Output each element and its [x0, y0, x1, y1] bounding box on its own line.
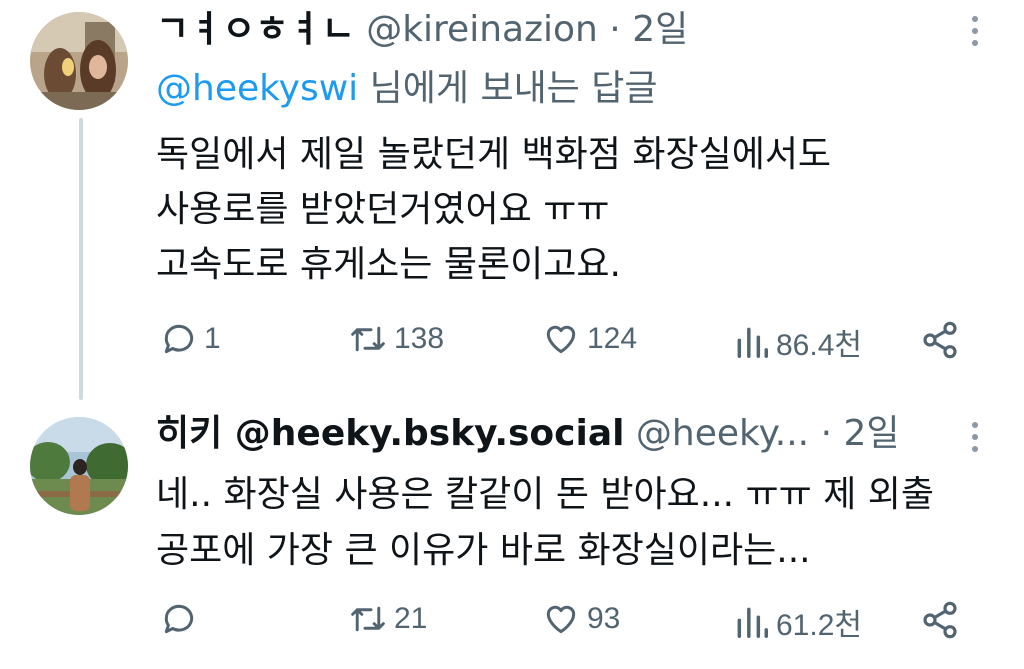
heart-icon: [546, 605, 576, 634]
tweet-text-line: 고속도로 휴게소는 물론이고요.: [156, 244, 621, 285]
tweet-2[interactable]: 히키 @heeky.bsky.social @heeky... · 2일 네..…: [0, 400, 1024, 669]
reply-bubble-icon: [164, 324, 194, 354]
tweet-header: ㄱㅕㅇㅎㅕㄴ @kireinazion · 2일: [156, 8, 688, 52]
like-button[interactable]: 124: [541, 320, 637, 358]
separator-dot: ·: [609, 9, 621, 50]
reply-bubble-icon: [164, 604, 194, 634]
view-count: 61.2천: [776, 609, 862, 642]
share-icon: [923, 601, 957, 639]
like-count: 124: [587, 322, 638, 355]
heart-icon: [546, 325, 576, 354]
display-name[interactable]: 히키 @heeky.bsky.social: [156, 413, 624, 454]
tweet-text-line: 공포에 가장 큰 이유가 바로 화장실이라는...: [156, 530, 811, 571]
more-vertical-icon[interactable]: [972, 422, 980, 458]
share-icon: [923, 321, 957, 359]
separator-dot: ·: [820, 413, 833, 454]
more-vertical-icon[interactable]: [972, 16, 980, 52]
repost-button[interactable]: 138: [348, 320, 444, 358]
repost-arrows-icon: [351, 606, 385, 632]
timestamp[interactable]: 2일: [843, 413, 899, 454]
handle[interactable]: @kireinazion: [366, 9, 598, 50]
reply-mention-link[interactable]: @heekyswi: [156, 68, 358, 109]
action-bar: 1 138 124 86.4천: [0, 320, 1024, 370]
tweet-text-line: 사용로를 받았던거였어요 ㅠㅠ: [156, 189, 610, 230]
share-button[interactable]: [920, 320, 960, 360]
bar-chart-icon: [737, 327, 768, 358]
repost-arrows-icon: [351, 326, 385, 352]
tweet-text-line: 독일에서 제일 놀랐던게 백화점 화장실에서도: [156, 134, 832, 175]
tweet-1[interactable]: ㄱㅕㅇㅎㅕㄴ @kireinazion · 2일 @heekyswi 님에게 보…: [0, 0, 1024, 400]
avatar-heeky[interactable]: [30, 417, 128, 515]
reply-button[interactable]: [160, 600, 204, 638]
repost-count: 21: [394, 602, 428, 635]
tweet-text: 네.. 화장실 사용은 칼같이 돈 받아요... ㅠㅠ 제 외출 공포에 가장 …: [156, 467, 934, 579]
repost-button[interactable]: 21: [348, 600, 427, 638]
replying-to: @heekyswi 님에게 보내는 답글: [156, 66, 658, 112]
tweet-text-line: 네.. 화장실 사용은 칼같이 돈 받아요... ㅠㅠ 제 외출: [156, 474, 935, 515]
views-button[interactable]: 61.2천: [734, 600, 862, 644]
like-button[interactable]: 93: [541, 600, 620, 638]
share-button[interactable]: [920, 600, 960, 640]
avatar-kireinazion[interactable]: [30, 12, 128, 110]
display-name[interactable]: ㄱㅕㅇㅎㅕㄴ: [156, 9, 355, 50]
reply-count: 1: [204, 322, 221, 355]
like-count: 93: [587, 602, 621, 635]
repost-count: 138: [394, 322, 445, 355]
tweet-text: 독일에서 제일 놀랐던게 백화점 화장실에서도 사용로를 받았던거였어요 ㅠㅠ …: [156, 127, 831, 292]
views-button[interactable]: 86.4천: [734, 320, 862, 364]
tweet-header: 히키 @heeky.bsky.social @heeky... · 2일: [156, 412, 900, 456]
view-count: 86.4천: [776, 329, 862, 362]
bar-chart-icon: [737, 607, 768, 638]
timestamp[interactable]: 2일: [632, 9, 688, 50]
handle[interactable]: @heeky...: [636, 413, 809, 454]
reply-suffix: 님에게 보내는 답글: [369, 68, 658, 109]
action-bar: 21 93 61.2천: [0, 600, 1024, 650]
reply-button[interactable]: 1: [160, 320, 221, 358]
